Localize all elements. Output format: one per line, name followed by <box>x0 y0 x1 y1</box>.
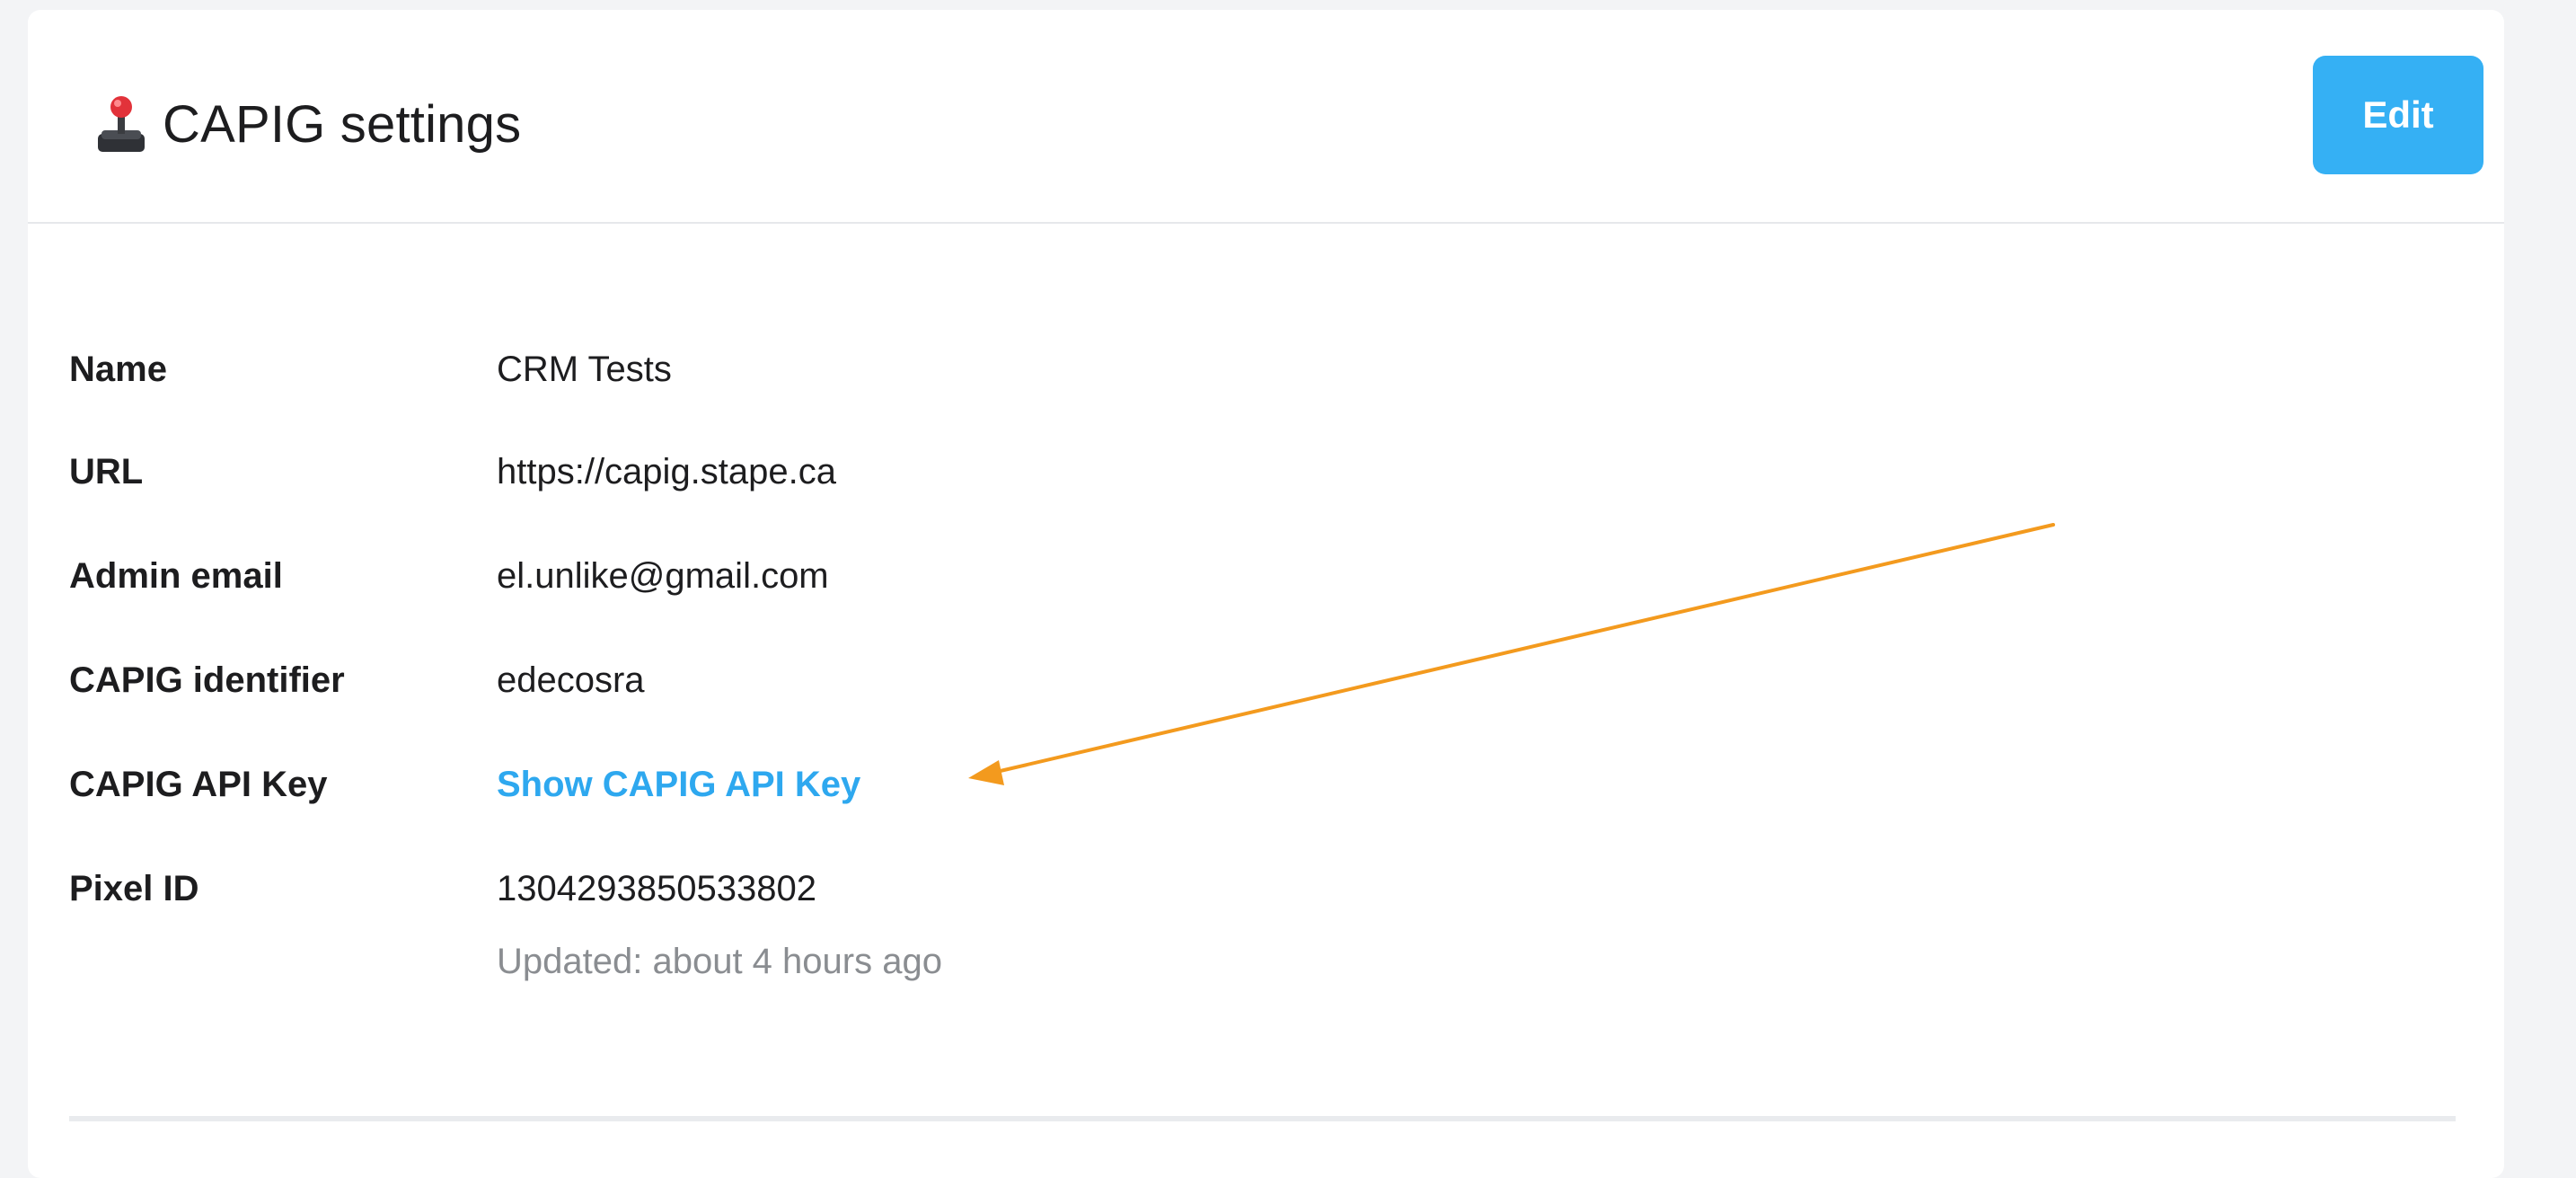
field-value-url: https://capig.stape.ca <box>497 452 837 492</box>
field-row-capig-identifier: CAPIG identifier edecosra <box>69 653 1327 707</box>
joystick-icon <box>98 96 145 152</box>
field-row-capig-api-key: CAPIG API Key Show CAPIG API Key <box>69 757 1327 811</box>
field-label-capig-api-key: CAPIG API Key <box>69 765 328 804</box>
page-title-text: CAPIG settings <box>163 94 522 154</box>
field-row-name: Name CRM Tests <box>69 342 1327 396</box>
field-label-pixel-id: Pixel ID <box>69 869 199 908</box>
field-label-name: Name <box>69 350 167 389</box>
section-divider <box>69 1116 2456 1121</box>
field-value-name: CRM Tests <box>497 350 672 389</box>
field-row-pixel-id: Pixel ID 1304293850533802 <box>69 862 1327 916</box>
show-api-key-link[interactable]: Show CAPIG API Key <box>497 757 860 811</box>
field-value-capig-identifier: edecosra <box>497 660 645 700</box>
field-label-url: URL <box>69 452 144 492</box>
field-value-pixel-id: 1304293850533802 <box>497 869 816 908</box>
field-label-capig-identifier: CAPIG identifier <box>69 660 345 700</box>
field-value-admin-email: el.unlike@gmail.com <box>497 556 829 596</box>
field-row-admin-email: Admin email el.unlike@gmail.com <box>69 549 1327 603</box>
field-label-admin-email: Admin email <box>69 556 283 596</box>
card-header: CAPIG settings Edit <box>28 10 2504 224</box>
edit-button[interactable]: Edit <box>2313 56 2483 174</box>
updated-timestamp: Updated: about 4 hours ago <box>497 942 942 981</box>
page-title: CAPIG settings <box>96 84 521 164</box>
field-row-url: URL https://capig.stape.ca <box>69 445 1327 499</box>
